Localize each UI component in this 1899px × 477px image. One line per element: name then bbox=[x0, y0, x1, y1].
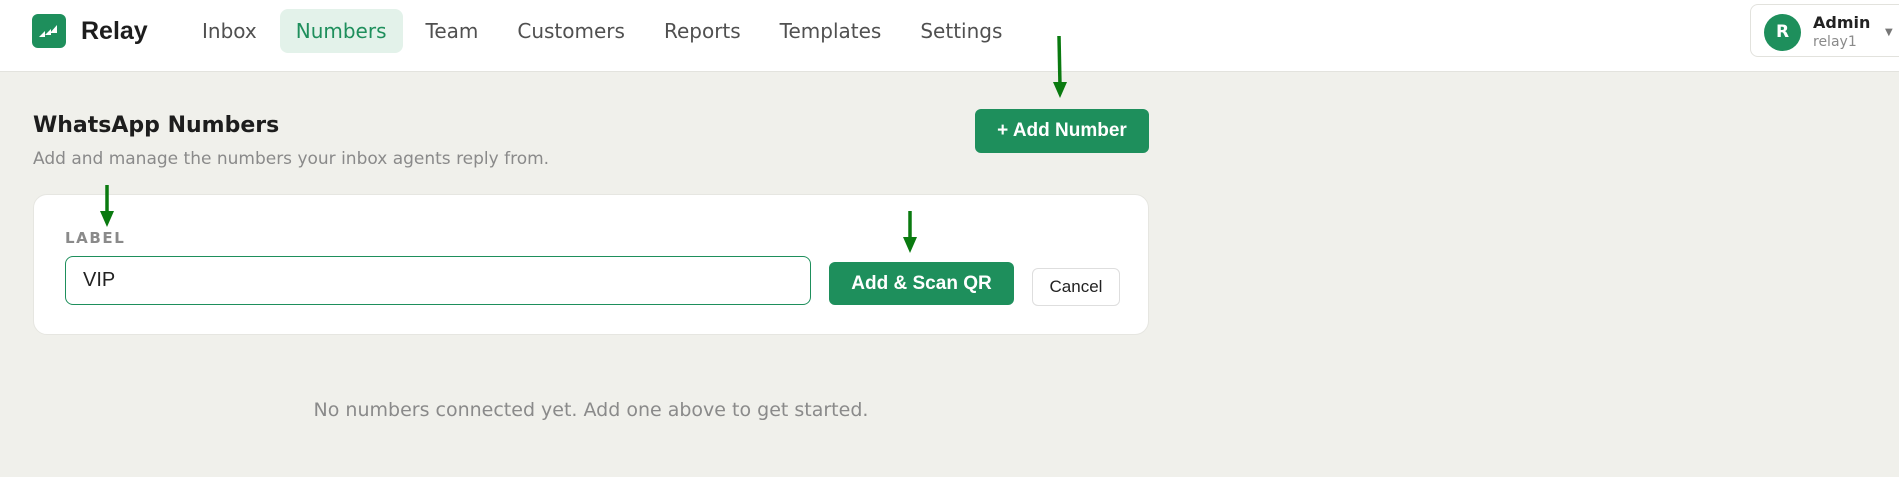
main-nav: Inbox Numbers Team Customers Reports Tem… bbox=[186, 9, 1025, 53]
page-title: WhatsApp Numbers bbox=[33, 113, 280, 138]
nav-item-customers[interactable]: Customers bbox=[501, 9, 641, 53]
relay-logo-icon bbox=[32, 14, 66, 48]
add-number-form: LABEL Add & Scan QR Cancel bbox=[33, 194, 1149, 335]
nav-item-settings[interactable]: Settings bbox=[904, 9, 1018, 53]
nav-item-reports[interactable]: Reports bbox=[648, 9, 757, 53]
cancel-button[interactable]: Cancel bbox=[1032, 268, 1120, 306]
annotation-arrow-icon bbox=[100, 185, 114, 227]
user-name: Admin bbox=[1813, 13, 1871, 32]
nav-item-team[interactable]: Team bbox=[410, 9, 495, 53]
label-caption: LABEL bbox=[65, 229, 126, 247]
add-scan-qr-button[interactable]: Add & Scan QR bbox=[829, 262, 1014, 305]
user-menu[interactable]: R Admin relay1 ▼ bbox=[1750, 4, 1899, 57]
user-workspace: relay1 bbox=[1813, 34, 1857, 50]
nav-item-inbox[interactable]: Inbox bbox=[186, 9, 273, 53]
top-navbar: Relay Inbox Numbers Team Customers Repor… bbox=[0, 0, 1899, 72]
label-input[interactable] bbox=[65, 256, 811, 305]
empty-state-message: No numbers connected yet. Add one above … bbox=[313, 399, 869, 421]
page-subtitle: Add and manage the numbers your inbox ag… bbox=[33, 149, 550, 169]
brand-name: Relay bbox=[81, 16, 148, 45]
brand[interactable]: Relay bbox=[32, 14, 148, 48]
add-number-button[interactable]: + Add Number bbox=[975, 109, 1149, 153]
chevron-down-icon: ▼ bbox=[1885, 27, 1893, 38]
annotation-arrow-icon bbox=[903, 211, 917, 253]
nav-item-numbers[interactable]: Numbers bbox=[279, 9, 403, 53]
annotation-arrow-icon bbox=[1053, 36, 1067, 98]
nav-item-templates[interactable]: Templates bbox=[764, 9, 898, 53]
avatar: R bbox=[1764, 14, 1801, 51]
